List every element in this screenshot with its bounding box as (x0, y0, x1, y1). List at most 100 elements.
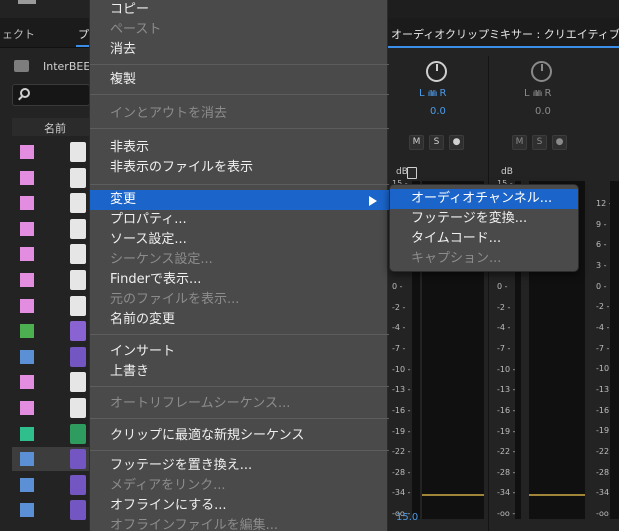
asset-row[interactable] (12, 319, 90, 343)
menu-item-new-sequence-from-clip[interactable]: クリップに最適な新規シーケンス (90, 426, 389, 446)
label-color-swatch[interactable] (20, 375, 34, 390)
db-tick: -19 - (497, 426, 516, 436)
db-tick: -13 - (392, 385, 411, 395)
asset-row[interactable] (12, 447, 90, 472)
menu-item-reveal-in-finder[interactable]: Finderで表示... (90, 270, 389, 290)
solo-button[interactable]: S (429, 135, 444, 150)
pan-knob[interactable] (531, 61, 552, 82)
asset-row[interactable] (12, 217, 90, 241)
tab-project[interactable]: ェクト (2, 26, 35, 42)
submenu-item-interpret-footage[interactable]: フッテージを変換... (390, 209, 578, 229)
sequence-icon (70, 449, 86, 470)
label-color-swatch[interactable] (20, 298, 34, 313)
pan-lr-label: L ıllıllı R (524, 88, 552, 99)
db-tick: -7 - (596, 343, 610, 353)
menu-item-paste: ペースト (110, 22, 162, 37)
db-tick: 0 - (497, 282, 508, 292)
label-color-swatch[interactable] (20, 145, 34, 159)
volume-fader[interactable] (407, 167, 417, 179)
menu-item-make-offline[interactable]: オフラインにする... (90, 496, 389, 516)
menu-item-clear-in-out: インとアウトを消去 (110, 106, 228, 121)
db-tick: -34 - (497, 488, 516, 498)
menu-item-modify[interactable]: 変更 (90, 190, 389, 210)
label-color-swatch[interactable] (20, 401, 34, 415)
asset-row[interactable] (12, 242, 90, 266)
graphic-icon (70, 142, 86, 162)
asset-row[interactable] (12, 140, 90, 164)
menu-item-auto-reframe: オートリフレームシーケンス... (110, 396, 291, 411)
label-color-swatch[interactable] (20, 349, 34, 364)
audio-icon (70, 423, 86, 444)
menu-item-insert[interactable]: インサート (90, 342, 389, 362)
label-color-swatch[interactable] (20, 452, 34, 467)
search-input[interactable] (12, 84, 90, 106)
label-color-swatch[interactable] (20, 503, 34, 518)
asset-row[interactable] (12, 268, 90, 292)
asset-row[interactable] (12, 422, 90, 446)
label-color-swatch[interactable] (20, 273, 34, 287)
column-header-name[interactable]: 名前 (12, 118, 90, 136)
label-color-swatch[interactable] (20, 324, 34, 339)
menu-item-replace-footage[interactable]: フッテージを置き換え... (90, 456, 389, 476)
menu-item-copy[interactable]: コピー (90, 0, 389, 20)
sequence-icon (70, 346, 86, 367)
multicam-icon (70, 321, 86, 342)
menu-item-rename[interactable]: 名前の変更 (90, 310, 389, 330)
db-tick: -10 - (392, 364, 411, 374)
menu-item-clear[interactable]: 消去 (90, 40, 389, 60)
menu-separator (90, 450, 389, 451)
label-color-swatch[interactable] (20, 247, 34, 262)
asset-row[interactable] (12, 498, 90, 522)
asset-row[interactable] (12, 345, 90, 369)
menu-item-duplicate[interactable]: 複製 (90, 70, 389, 90)
label-color-swatch[interactable] (20, 221, 34, 236)
menu-item-sequence-settings: シーケンス設定... (110, 252, 213, 267)
submenu-item-timecode[interactable]: タイムコード... (390, 229, 578, 249)
solo-button[interactable]: S (532, 135, 547, 150)
image-icon (70, 167, 86, 188)
menu-item-show-hidden[interactable]: 非表示のファイルを表示 (90, 158, 389, 178)
graphic-icon (70, 295, 86, 316)
db-tick: -7 - (497, 344, 511, 353)
asset-row[interactable] (12, 396, 90, 420)
record-button[interactable]: ● (552, 135, 567, 150)
db-tick: -oo - (497, 509, 516, 518)
pan-knob[interactable] (426, 61, 447, 82)
asset-row[interactable] (12, 370, 90, 394)
pan-value[interactable]: 0.0 (535, 106, 551, 117)
menu-separator (90, 128, 389, 129)
mute-button[interactable]: M (512, 135, 527, 150)
asset-row[interactable] (12, 166, 90, 190)
submenu-item-captions: キャプション... (411, 251, 502, 266)
db-tick: -19 - (392, 426, 411, 436)
pan-value[interactable]: 0.0 (430, 106, 446, 117)
menu-item-source-settings[interactable]: ソース設定... (90, 230, 389, 250)
asset-row[interactable] (12, 294, 90, 318)
db-tick: -28 - (497, 467, 516, 477)
asset-row[interactable] (12, 191, 90, 215)
label-color-swatch[interactable] (20, 196, 34, 211)
fader-value[interactable]: 15.0 (396, 512, 418, 523)
submenu-item-audio-channels[interactable]: オーディオチャンネル... (390, 189, 578, 209)
menu-item-reveal-original: 元のファイルを表示... (110, 292, 240, 307)
db-tick: -4 - (392, 323, 406, 333)
label-color-swatch[interactable] (20, 170, 34, 185)
menu-item-properties[interactable]: プロパティ... (90, 210, 389, 230)
context-menu: コピーペースト消去複製インとアウトを消去非表示 非表示のファイルを表示 変更 プロパテ… (89, 0, 389, 531)
record-button[interactable]: ● (449, 135, 464, 150)
label-color-swatch[interactable] (20, 477, 34, 492)
mute-button[interactable]: M (409, 135, 424, 150)
db-tick: -16 - (497, 405, 516, 415)
asset-row[interactable] (12, 473, 90, 497)
image-icon (70, 270, 86, 290)
db-tick: -2 - (596, 302, 610, 312)
menu-item-hide[interactable]: 非表示 (90, 138, 389, 158)
menu-item-overwrite[interactable]: 上書き (90, 362, 389, 382)
level-meter (610, 181, 619, 519)
active-tab-indicator (388, 46, 619, 48)
tab-program[interactable]: プ (78, 26, 89, 42)
db-tick: -2 - (497, 302, 511, 312)
mixer-tab[interactable]: オーディオクリップミキサー : クリエイティブ (388, 18, 619, 48)
label-color-swatch[interactable] (20, 426, 34, 441)
bin-path[interactable]: InterBEE2 (0, 56, 97, 78)
